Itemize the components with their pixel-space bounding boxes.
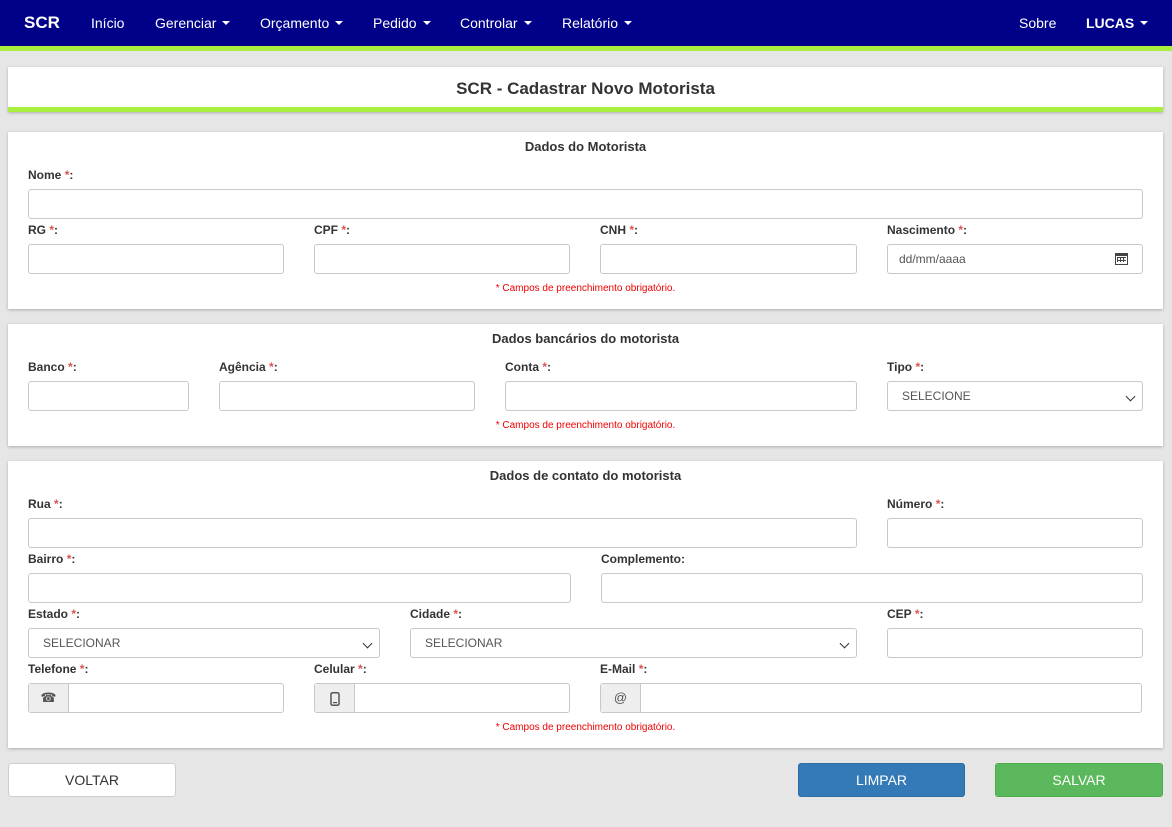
mobile-phone-glyph — [329, 691, 340, 706]
salvar-button[interactable]: SALVAR — [995, 763, 1163, 797]
nav-inicio[interactable]: Início — [91, 0, 124, 46]
nav-pedido-dropdown[interactable]: Pedido — [373, 0, 431, 46]
chevron-down-icon — [839, 638, 850, 649]
motorista-section: Dados do Motorista Nome *: RG *: CPF *: … — [8, 132, 1163, 309]
required-note: * Campos de preenchimento obrigatório. — [495, 420, 676, 431]
mobile-phone-icon — [315, 684, 355, 712]
page-title-panel: SCR - Cadastrar Novo Motorista — [8, 67, 1163, 112]
nascimento-date-input[interactable]: dd/mm/aaaa — [887, 244, 1143, 274]
nav-sobre[interactable]: Sobre — [1019, 0, 1056, 46]
nav-orcamento-dropdown[interactable]: Orçamento — [260, 0, 344, 46]
required-note: * Campos de preenchimento obrigatório. — [495, 283, 676, 294]
conta-label: Conta *: — [505, 360, 552, 374]
nascimento-label: Nascimento *: — [887, 223, 968, 237]
cep-label: CEP *: — [887, 607, 924, 621]
user-name: LUCAS — [1086, 15, 1135, 31]
cep-input[interactable] — [887, 628, 1143, 658]
cidade-selected-value: SELECIONAR — [425, 636, 503, 650]
rg-input[interactable] — [28, 244, 284, 274]
celular-label: Celular *: — [314, 662, 367, 676]
banco-input[interactable] — [28, 381, 189, 411]
estado-select[interactable]: SELECIONAR — [28, 628, 380, 658]
calendar-icon[interactable] — [1115, 253, 1128, 265]
caret-down-icon — [1140, 21, 1149, 26]
nav-gerenciar-dropdown[interactable]: Gerenciar — [155, 0, 231, 46]
estado-selected-value: SELECIONAR — [43, 636, 121, 650]
nav-relatorio-label: Relatório — [562, 15, 619, 31]
estado-label: Estado *: — [28, 607, 81, 621]
agencia-input[interactable] — [219, 381, 475, 411]
tipo-label: Tipo *: — [887, 360, 925, 374]
tipo-selected-value: SELECIONE — [902, 389, 971, 403]
cpf-input[interactable] — [314, 244, 570, 274]
numero-label: Número *: — [887, 497, 945, 511]
nav-orcamento-label: Orçamento — [260, 15, 330, 31]
rua-input[interactable] — [28, 518, 857, 548]
section-title: Dados de contato do motorista — [489, 468, 682, 483]
section-title: Dados do Motorista — [524, 139, 647, 154]
bancario-section: Dados bancários do motorista Banco *: Ag… — [8, 324, 1163, 446]
email-input-group[interactable]: @ — [600, 683, 1142, 713]
caret-down-icon — [335, 21, 344, 26]
nav-controlar-label: Controlar — [460, 15, 518, 31]
rua-label: Rua *: — [28, 497, 63, 511]
top-navbar: SCR Início Gerenciar Orçamento Pedido Co… — [0, 0, 1172, 51]
bairro-label: Bairro *: — [28, 552, 76, 566]
chevron-down-icon — [1125, 391, 1136, 402]
nome-input[interactable] — [28, 189, 1143, 219]
telefone-label: Telefone *: — [28, 662, 89, 676]
caret-down-icon — [422, 21, 431, 26]
page-title: SCR - Cadastrar Novo Motorista — [456, 79, 715, 98]
cpf-label: CPF *: — [314, 223, 351, 237]
nav-controlar-dropdown[interactable]: Controlar — [460, 0, 532, 46]
limpar-button[interactable]: LIMPAR — [798, 763, 965, 797]
bairro-input[interactable] — [28, 573, 571, 603]
telefone-input-group[interactable]: ☎ — [28, 683, 284, 713]
cidade-select[interactable]: SELECIONAR — [410, 628, 857, 658]
email-label: E-Mail *: — [600, 662, 648, 676]
numero-input[interactable] — [887, 518, 1143, 548]
nav-gerenciar-label: Gerenciar — [155, 15, 217, 31]
contato-section: Dados de contato do motorista Rua *: Núm… — [8, 461, 1163, 748]
cnh-input[interactable] — [600, 244, 857, 274]
nome-label: Nome *: — [28, 168, 74, 182]
date-placeholder: dd/mm/aaaa — [899, 252, 966, 266]
celular-input-group[interactable] — [314, 683, 570, 713]
conta-input[interactable] — [505, 381, 857, 411]
agencia-label: Agência *: — [219, 360, 278, 374]
complemento-label: Complemento: — [601, 552, 685, 566]
cidade-label: Cidade *: — [410, 607, 463, 621]
caret-down-icon — [523, 21, 532, 26]
caret-down-icon — [222, 21, 231, 26]
required-note: * Campos de preenchimento obrigatório. — [495, 722, 676, 733]
rg-label: RG *: — [28, 223, 59, 237]
nav-relatorio-dropdown[interactable]: Relatório — [562, 0, 633, 46]
cnh-label: CNH *: — [600, 223, 639, 237]
complemento-input[interactable] — [601, 573, 1143, 603]
section-title: Dados bancários do motorista — [491, 331, 680, 346]
nav-pedido-label: Pedido — [373, 15, 417, 31]
banco-label: Banco *: — [28, 360, 77, 374]
phone-icon: ☎ — [29, 684, 69, 712]
caret-down-icon — [624, 21, 633, 26]
voltar-button[interactable]: VOLTAR — [8, 763, 176, 797]
at-sign-icon: @ — [601, 684, 641, 712]
tipo-select[interactable]: SELECIONE — [887, 381, 1143, 411]
chevron-down-icon — [362, 638, 373, 649]
brand-link[interactable]: SCR — [24, 0, 60, 46]
nav-user-dropdown[interactable]: LUCAS — [1086, 0, 1149, 46]
